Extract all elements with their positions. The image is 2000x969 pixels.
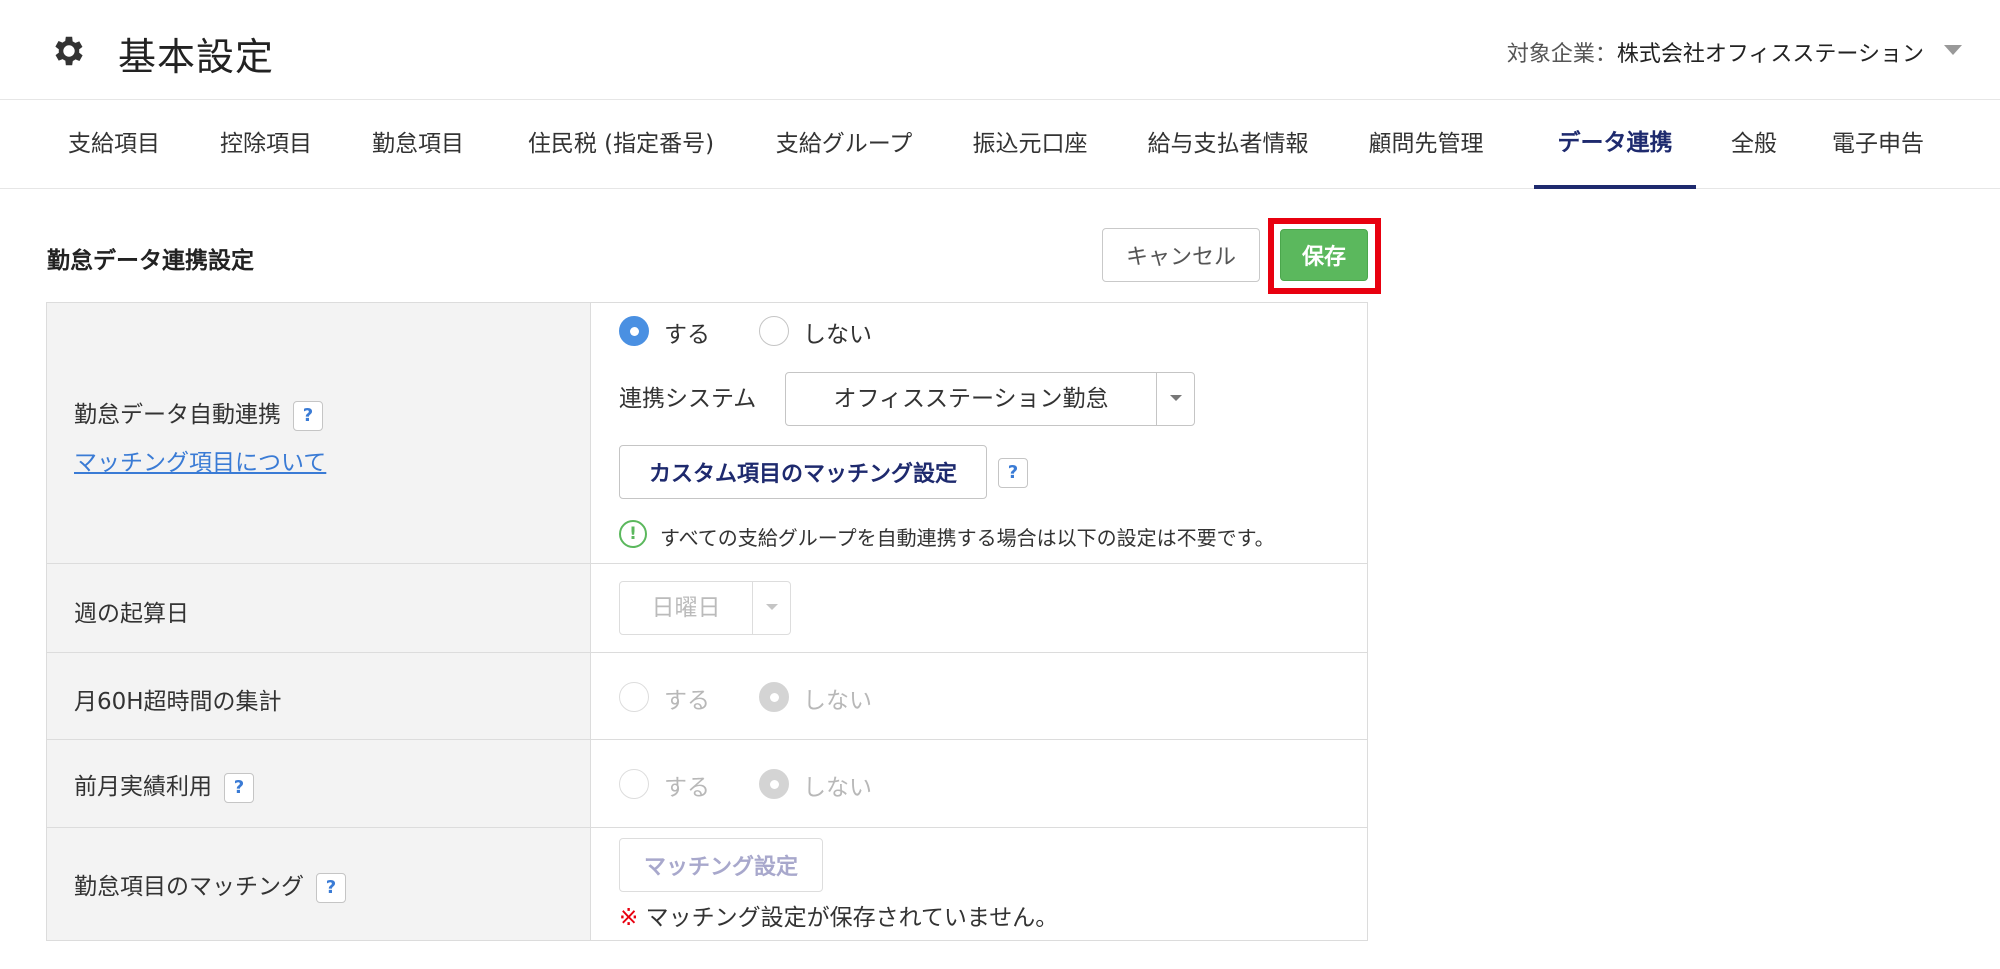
system-select-value: オフィスステーション勤怠 (833, 386, 1109, 412)
tab-client-management[interactable]: 顧問先管理 (1350, 100, 1502, 189)
prev-month-label: 前月実績利用? (74, 767, 254, 803)
help-icon[interactable]: ? (224, 772, 254, 803)
prev-month-yes-radio (619, 769, 649, 799)
over60-yes-label: する (664, 688, 710, 714)
tab-resident-tax[interactable]: 住民税 (指定番号) (508, 100, 734, 189)
auto-link-label: 勤怠データ自動連携? (74, 395, 323, 431)
value-cell: 日曜日 (592, 564, 1367, 652)
company-name: 株式会社オフィスステーション (1616, 42, 1924, 67)
value-cell: マッチング設定 ※ マッチング設定が保存されていません。 (592, 828, 1367, 940)
label-cell: 前月実績利用? (47, 740, 591, 827)
week-start-value: 日曜日 (651, 595, 721, 621)
warning-mark: ※ (619, 905, 639, 931)
matching-items-link[interactable]: マッチング項目について (74, 443, 326, 477)
auto-link-yes-label[interactable]: する (664, 315, 710, 349)
auto-link-label-text: 勤怠データ自動連携 (74, 402, 281, 428)
tab-payer-info[interactable]: 給与支払者情報 (1128, 100, 1328, 189)
cancel-button[interactable]: キャンセル (1102, 228, 1260, 282)
label-cell: 勤怠データ自動連携? マッチング項目について (47, 303, 591, 563)
row-matching: 勤怠項目のマッチング? マッチング設定 ※ マッチング設定が保存されていません。 (47, 828, 1367, 940)
help-icon[interactable]: ? (316, 872, 346, 903)
page-header: 基本設定 対象企業：株式会社オフィスステーション (0, 0, 2000, 100)
info-text: すべての支給グループを自動連携する場合は以下の設定は不要です。 (660, 526, 1275, 550)
prev-month-label-text: 前月実績利用 (74, 774, 212, 800)
custom-matching-button[interactable]: カスタム項目のマッチング設定 (619, 445, 987, 499)
page-title: 基本設定 (118, 35, 275, 79)
help-icon[interactable]: ? (293, 400, 323, 431)
auto-link-no-radio[interactable] (759, 316, 789, 346)
row-week-start: 週の起算日 日曜日 (47, 564, 1367, 653)
tab-general[interactable]: 全般 (1718, 100, 1790, 189)
save-button[interactable]: 保存 (1280, 229, 1368, 281)
info-icon: ! (619, 520, 647, 548)
over60-no-radio (759, 682, 789, 712)
tab-e-filing[interactable]: 電子申告 (1814, 100, 1942, 189)
settings-tabs: 支給項目 控除項目 勤怠項目 住民税 (指定番号) 支給グループ 振込元口座 給… (0, 100, 2000, 189)
matching-warning: ※ マッチング設定が保存されていません。 (619, 898, 1058, 932)
chevron-down-icon[interactable] (1156, 373, 1194, 425)
prev-month-no-radio (759, 769, 789, 799)
prev-month-yes-label: する (664, 775, 710, 801)
tab-payment-items[interactable]: 支給項目 (50, 100, 178, 189)
week-start-select: 日曜日 (619, 581, 791, 635)
system-select[interactable]: オフィスステーション勤怠 (785, 372, 1195, 426)
gear-icon (55, 36, 83, 66)
matching-settings-button: マッチング設定 (619, 838, 823, 892)
company-label: 対象企業： (1506, 42, 1617, 67)
matching-label: 勤怠項目のマッチング? (74, 867, 346, 903)
over60-no-label: しない (803, 688, 872, 714)
label-cell: 勤怠項目のマッチング? (47, 828, 591, 940)
auto-link-yes-radio[interactable] (619, 316, 649, 346)
settings-table: 勤怠データ自動連携? マッチング項目について する しない 連携システム オフィ… (46, 302, 1368, 941)
warning-text: マッチング設定が保存されていません。 (638, 905, 1059, 931)
tab-data-link[interactable]: データ連携 (1534, 100, 1696, 189)
over60-yes-radio (619, 682, 649, 712)
tab-transfer-account[interactable]: 振込元口座 (954, 100, 1106, 189)
value-cell: する しない (592, 653, 1367, 739)
label-cell: 週の起算日 (47, 564, 591, 652)
value-cell: する しない (592, 740, 1367, 827)
tab-deduction-items[interactable]: 控除項目 (202, 100, 330, 189)
section-title: 勤怠データ連携設定 (47, 248, 254, 274)
system-label: 連携システム (619, 386, 757, 412)
company-selector[interactable]: 対象企業：株式会社オフィスステーション (1507, 36, 1924, 68)
value-cell: する しない 連携システム オフィスステーション勤怠 カスタム項目のマッチング設… (592, 303, 1367, 563)
tab-payment-group[interactable]: 支給グループ (756, 100, 932, 189)
prev-month-no-label: しない (803, 775, 872, 801)
matching-label-text: 勤怠項目のマッチング (74, 874, 304, 900)
auto-link-no-label[interactable]: しない (803, 315, 872, 349)
chevron-down-icon[interactable] (1944, 45, 1962, 55)
over60-label: 月60H超時間の集計 (74, 689, 282, 715)
row-auto-link: 勤怠データ自動連携? マッチング項目について する しない 連携システム オフィ… (47, 303, 1367, 564)
tab-attendance-items[interactable]: 勤怠項目 (354, 100, 482, 189)
label-cell: 月60H超時間の集計 (47, 653, 591, 739)
row-prev-month: 前月実績利用? する しない (47, 740, 1367, 828)
chevron-down-icon (752, 582, 790, 634)
help-icon[interactable]: ? (998, 458, 1028, 488)
row-over60: 月60H超時間の集計 する しない (47, 653, 1367, 740)
week-start-label: 週の起算日 (74, 601, 189, 627)
